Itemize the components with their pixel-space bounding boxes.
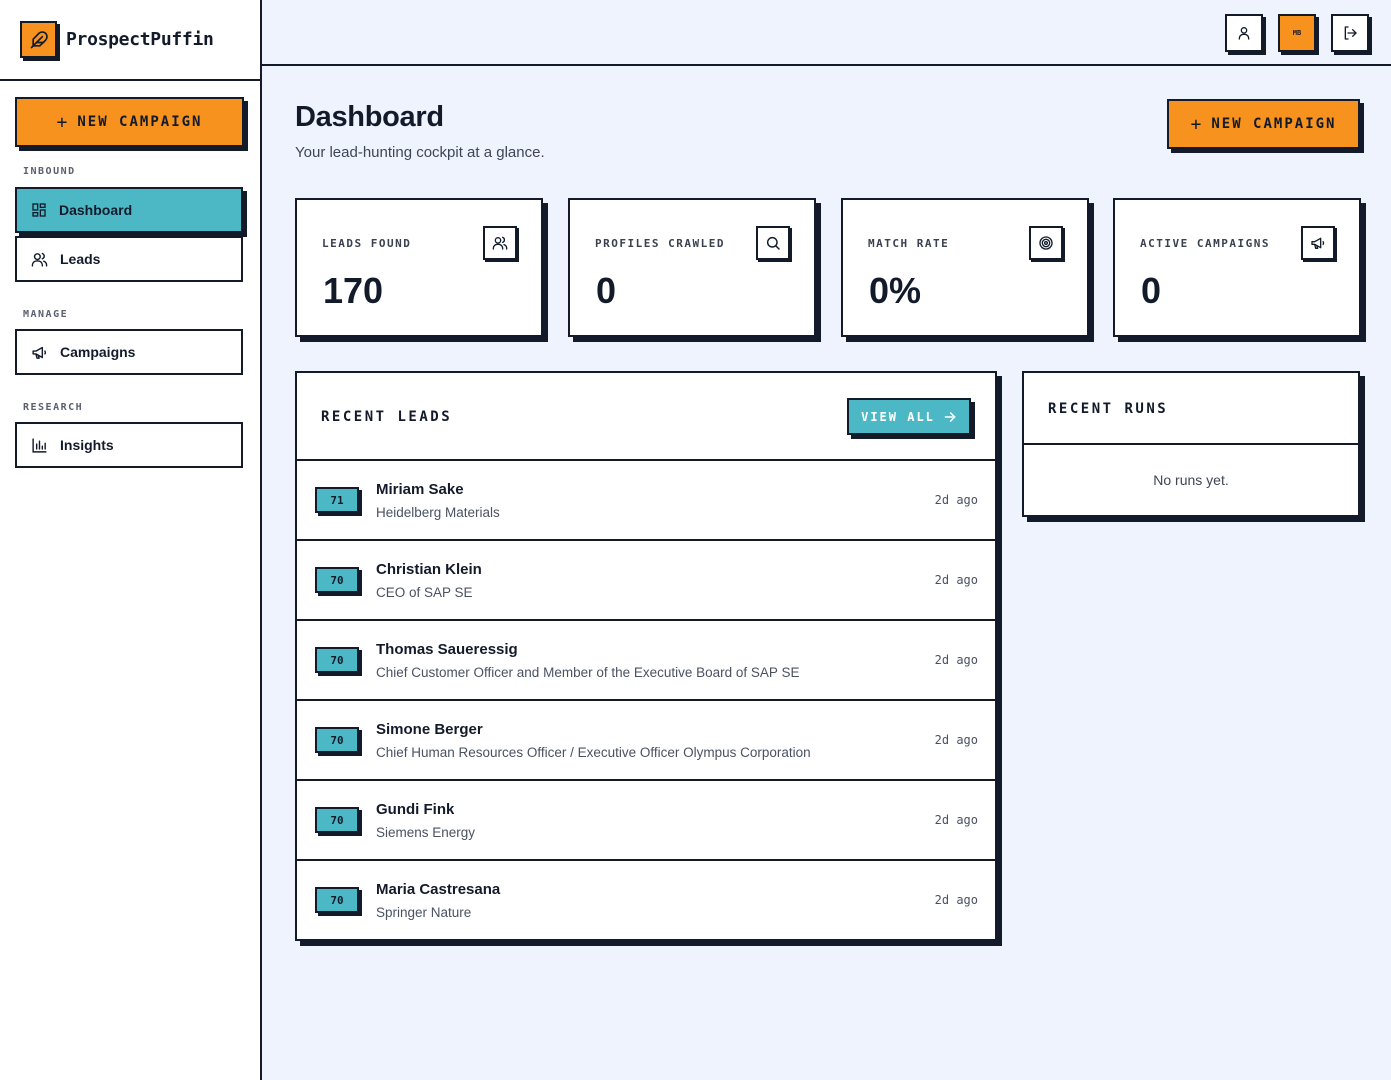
lead-row[interactable]: 70 Simone Berger Chief Human Resources O… (297, 701, 995, 781)
recent-runs-panel: RECENT RUNS No runs yet. (1022, 371, 1360, 517)
search-icon (756, 226, 790, 260)
lead-score-badge: 70 (315, 807, 359, 833)
arrow-right-icon (943, 410, 957, 424)
plus-icon: + (1190, 113, 1202, 135)
sidebar-item-label: Campaigns (60, 344, 136, 360)
sidebar-section-research: RESEARCH (23, 402, 84, 413)
megaphone-icon (31, 344, 48, 361)
users-icon (483, 226, 517, 260)
sidebar-section-manage: MANAGE (23, 309, 69, 320)
page-subtitle: Your lead-hunting cockpit at a glance. (295, 144, 545, 161)
top-bar: MB (262, 0, 1391, 66)
brand-name: ProspectPuffin (66, 29, 214, 50)
sidebar-item-insights[interactable]: Insights (15, 422, 243, 468)
lead-name: Maria Castresana (376, 881, 501, 898)
stat-value: 0% (869, 270, 922, 311)
lead-time: 2d ago (934, 573, 978, 587)
lead-score-badge: 70 (315, 727, 359, 753)
lead-row[interactable]: 70 Maria Castresana Springer Nature 2d a… (297, 861, 995, 941)
stat-value: 170 (323, 270, 384, 311)
new-campaign-label: NEW CAMPAIGN (1211, 116, 1337, 132)
avatar[interactable]: MB (1278, 14, 1316, 52)
lead-row[interactable]: 70 Christian Klein CEO of SAP SE 2d ago (297, 541, 995, 621)
users-icon (31, 251, 48, 268)
sidebar-item-label: Leads (60, 251, 101, 267)
lead-time: 2d ago (934, 733, 978, 747)
recent-leads-header: RECENT LEADS VIEW ALL (297, 373, 995, 461)
lead-time: 2d ago (934, 493, 978, 507)
lead-time: 2d ago (934, 893, 978, 907)
recent-leads-panel: RECENT LEADS VIEW ALL 71 Miriam Sake Hei… (295, 371, 997, 941)
stat-value: 0 (1141, 270, 1162, 311)
lead-subtitle: Heidelberg Materials (376, 505, 500, 520)
logout-icon (1342, 25, 1358, 41)
lead-name: Simone Berger (376, 721, 483, 738)
megaphone-icon (1301, 226, 1335, 260)
view-all-button[interactable]: VIEW ALL (847, 398, 971, 435)
recent-runs-empty-state: No runs yet. (1153, 472, 1229, 488)
lead-name: Thomas Saueressig (376, 641, 518, 658)
lead-subtitle: CEO of SAP SE (376, 585, 473, 600)
bar-chart-icon (31, 437, 48, 454)
recent-runs-title: RECENT RUNS (1048, 401, 1169, 417)
brand[interactable]: ProspectPuffin (0, 0, 260, 81)
lead-subtitle: Springer Nature (376, 905, 472, 920)
lead-name: Gundi Fink (376, 801, 455, 818)
sidebar: ProspectPuffin + NEW CAMPAIGN INBOUND Da… (0, 0, 262, 1080)
stat-label: ACTIVE CAMPAIGNS (1140, 237, 1270, 250)
plus-icon: + (56, 111, 68, 133)
sidebar-item-leads[interactable]: Leads (15, 236, 243, 282)
lead-subtitle: Chief Human Resources Officer / Executiv… (376, 745, 811, 760)
stat-card-match-rate: MATCH RATE 0% (841, 198, 1089, 337)
page-title: Dashboard (295, 101, 444, 133)
recent-leads-title: RECENT LEADS (321, 409, 453, 425)
recent-runs-header: RECENT RUNS (1024, 373, 1358, 445)
stat-label: MATCH RATE (868, 237, 950, 250)
sidebar-new-campaign-button[interactable]: + NEW CAMPAIGN (15, 97, 244, 147)
lead-score-badge: 71 (315, 487, 359, 513)
stat-value: 0 (596, 270, 617, 311)
sidebar-item-campaigns[interactable]: Campaigns (15, 329, 243, 375)
lead-time: 2d ago (934, 653, 978, 667)
lead-row[interactable]: 71 Miriam Sake Heidelberg Materials 2d a… (297, 461, 995, 541)
stat-label: LEADS FOUND (322, 237, 412, 250)
feather-logo-icon (20, 21, 57, 58)
sidebar-item-label: Insights (60, 437, 114, 453)
lead-subtitle: Chief Customer Officer and Member of the… (376, 665, 800, 680)
lead-row[interactable]: 70 Gundi Fink Siemens Energy 2d ago (297, 781, 995, 861)
stat-label: PROFILES CRAWLED (595, 237, 725, 250)
lead-time: 2d ago (934, 813, 978, 827)
lead-subtitle: Siemens Energy (376, 825, 476, 840)
view-all-label: VIEW ALL (861, 409, 935, 424)
lead-row[interactable]: 70 Thomas Saueressig Chief Customer Offi… (297, 621, 995, 701)
lead-name: Miriam Sake (376, 481, 464, 498)
stat-card-profiles-crawled: PROFILES CRAWLED 0 (568, 198, 816, 337)
lead-score-badge: 70 (315, 647, 359, 673)
logout-button[interactable] (1331, 14, 1369, 52)
profile-button[interactable] (1225, 14, 1263, 52)
dashboard-icon (31, 202, 47, 218)
lead-score-badge: 70 (315, 887, 359, 913)
target-icon (1029, 226, 1063, 260)
sidebar-section-inbound: INBOUND (23, 166, 76, 177)
lead-name: Christian Klein (376, 561, 482, 578)
new-campaign-button[interactable]: + NEW CAMPAIGN (1167, 99, 1360, 149)
stat-card-leads-found: LEADS FOUND 170 (295, 198, 543, 337)
lead-score-badge: 70 (315, 567, 359, 593)
sidebar-new-campaign-label: NEW CAMPAIGN (77, 114, 203, 130)
user-icon (1236, 25, 1252, 41)
sidebar-item-dashboard[interactable]: Dashboard (15, 187, 243, 233)
sidebar-item-label: Dashboard (59, 202, 133, 218)
stat-card-active-campaigns: ACTIVE CAMPAIGNS 0 (1113, 198, 1361, 337)
